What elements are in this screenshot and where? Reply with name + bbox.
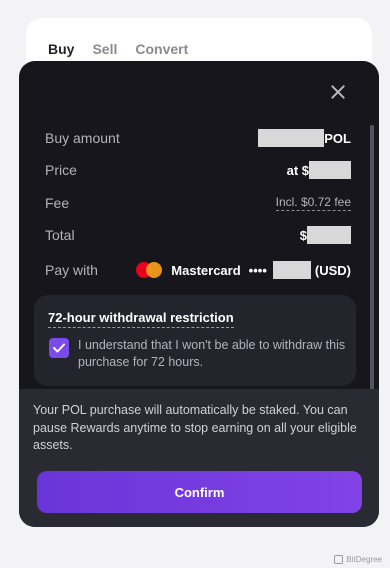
buy-amount-row: Buy amount POL	[45, 128, 351, 148]
withdrawal-restriction-box: 72-hour withdrawal restriction I underst…	[34, 295, 356, 386]
total-row: Total $	[45, 225, 351, 245]
price-value: at $	[287, 161, 351, 179]
tab-buy[interactable]: Buy	[48, 41, 74, 57]
price-row: Price at $	[45, 160, 351, 180]
card-name: Mastercard	[171, 262, 241, 278]
price-label: Price	[45, 162, 77, 178]
total-label: Total	[45, 227, 75, 243]
total-value: $	[300, 226, 351, 244]
staking-notice-text: Your POL purchase will automatically be …	[33, 403, 357, 452]
buy-amount-label: Buy amount	[45, 130, 120, 146]
buy-amount-unit: POL	[324, 130, 351, 146]
pay-with-label: Pay with	[45, 262, 98, 278]
close-icon[interactable]	[330, 84, 346, 100]
redacted-amount	[258, 129, 325, 147]
buy-amount-value: POL	[258, 129, 351, 147]
mastercard-icon	[136, 262, 163, 278]
card-currency: (USD)	[314, 262, 351, 278]
fee-value[interactable]: Incl. $0.72 fee	[275, 195, 351, 211]
watermark: BitDegree	[334, 555, 382, 564]
checkmark-icon	[53, 343, 65, 353]
redacted-card-digits	[272, 261, 311, 279]
fee-row: Fee Incl. $0.72 fee	[45, 193, 351, 213]
payment-method[interactable]: Mastercard •••• (USD)	[136, 261, 351, 279]
trade-tabs: Buy Sell Convert	[48, 41, 188, 57]
redacted-price	[309, 161, 351, 179]
order-review-modal: Buy amount POL Price at $ Fee Incl. $0.7…	[19, 61, 379, 527]
tab-convert[interactable]: Convert	[135, 41, 188, 57]
redacted-total	[307, 226, 351, 244]
watermark-logo-icon	[334, 555, 344, 564]
tab-sell[interactable]: Sell	[92, 41, 117, 57]
fee-label: Fee	[45, 195, 70, 211]
watermark-text: BitDegree	[346, 555, 382, 564]
confirm-button[interactable]: Confirm	[37, 471, 362, 513]
acknowledge-checkbox[interactable]	[49, 338, 69, 358]
total-prefix: $	[299, 227, 307, 243]
scrollbar-thumb[interactable]	[370, 125, 374, 425]
acknowledge-text: I understand that I won't be able to wit…	[78, 338, 346, 369]
card-mask: ••••	[248, 262, 267, 278]
page: Buy Sell Convert Buy amount POL Price at…	[0, 0, 390, 568]
pay-with-row: Pay with Mastercard •••• (USD)	[45, 260, 351, 280]
restriction-title[interactable]: 72-hour withdrawal restriction	[48, 310, 234, 328]
price-prefix: at $	[286, 162, 309, 178]
